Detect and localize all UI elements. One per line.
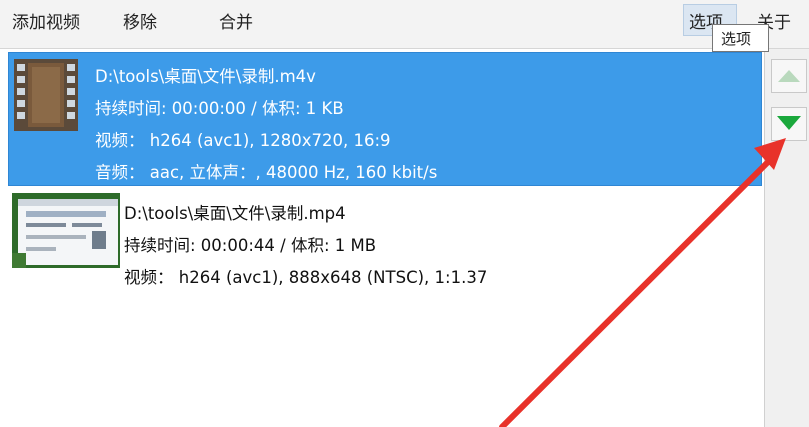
triangle-down-icon [777,116,801,130]
file-path: D:\tools\桌面\文件\录制.m4v [95,67,316,86]
menu-merge[interactable]: 合并 [219,8,253,33]
options-tooltip: 选项 [712,24,769,52]
move-up-button[interactable] [771,59,807,93]
menu-add-video[interactable]: 添加视频 [12,8,80,33]
triangle-up-icon [778,70,800,82]
video-thumbnail [12,193,120,268]
file-row-selected[interactable]: D:\tools\桌面\文件\录制.m4v 持续时间: 00:00:00 / 体… [8,52,762,186]
file-duration-size: 持续时间: 00:00:00 / 体积: 1 KB [95,99,344,118]
move-down-button[interactable] [771,107,807,141]
file-video-info: 视频： h264 (avc1), 1280x720, 16:9 [95,131,391,150]
film-strip-icon [14,59,78,131]
file-video-info: 视频： h264 (avc1), 888x648 (NTSC), 1:1.37 [124,268,488,287]
file-row[interactable]: D:\tools\桌面\文件\录制.mp4 持续时间: 00:00:44 / 体… [8,190,762,287]
file-audio-info: 音频： aac, 立体声：, 48000 Hz, 160 kbit/s [95,163,438,182]
file-list[interactable]: D:\tools\桌面\文件\录制.m4v 持续时间: 00:00:00 / 体… [0,49,764,427]
reorder-panel [764,49,809,427]
menu-remove[interactable]: 移除 [123,8,157,33]
file-duration-size: 持续时间: 00:00:44 / 体积: 1 MB [124,236,377,255]
file-path: D:\tools\桌面\文件\录制.mp4 [124,204,346,223]
menu-bar: 添加视频 移除 合并 选项 关于 [0,0,809,49]
